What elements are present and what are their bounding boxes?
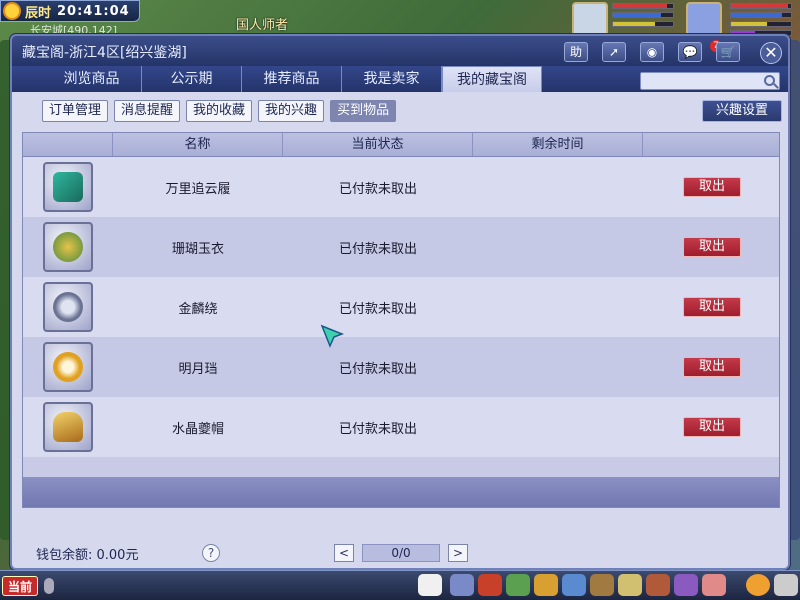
team-icon[interactable]	[506, 574, 530, 596]
next-page-button[interactable]: >	[448, 544, 468, 562]
my-favorites-button[interactable]: 我的收藏	[186, 100, 253, 122]
cart-icon[interactable]: 🛒	[716, 42, 740, 62]
item-status: 已付款未取出	[338, 301, 417, 317]
purchased-items-table: 名称 当前状态 剩余时间 万里追云履 已付款未取出 取出 珊瑚玉衣 已付款未取出…	[22, 132, 780, 508]
tab-my-pavilion[interactable]: 我的藏宝阁	[442, 66, 542, 92]
take-out-button[interactable]: 取出	[683, 357, 741, 377]
help-button[interactable]: 助	[564, 42, 588, 62]
page-indicator: 0/0	[362, 544, 440, 562]
take-out-button[interactable]: 取出	[683, 237, 741, 257]
tab-browse[interactable]: 浏览商品	[42, 66, 142, 92]
friends-icon[interactable]	[562, 574, 586, 596]
boots-icon[interactable]	[43, 162, 93, 212]
system-icon[interactable]	[774, 574, 798, 596]
table-row: 水晶夔帽 已付款未取出 取出	[23, 397, 779, 457]
order-management-button[interactable]: 订单管理	[42, 100, 109, 122]
message-alert-button[interactable]: 消息提醒	[114, 100, 181, 122]
emote-icon[interactable]	[746, 574, 770, 596]
table-header: 名称 当前状态 剩余时间	[23, 133, 779, 157]
item-name: 明月珰	[178, 361, 218, 377]
window-title: 藏宝阁-浙江4区[绍兴鉴湖]	[22, 45, 187, 61]
header-icon-column	[23, 133, 113, 156]
pet-status-bars	[612, 3, 674, 27]
tab-seller[interactable]: 我是卖家	[342, 66, 442, 92]
game-toolbar: 当前	[0, 570, 800, 600]
take-out-button[interactable]: 取出	[683, 417, 741, 437]
scroll-icon[interactable]	[590, 574, 614, 596]
record-icon[interactable]: ◉	[640, 42, 664, 62]
microphone-icon[interactable]	[44, 578, 54, 594]
item-status: 已付款未取出	[338, 241, 417, 257]
helmet-icon[interactable]	[43, 402, 93, 452]
peach-icon[interactable]	[702, 574, 726, 596]
search-input[interactable]	[640, 72, 780, 90]
my-interests-button[interactable]: 我的兴趣	[258, 100, 325, 122]
table-row: 万里追云履 已付款未取出 取出	[23, 157, 779, 217]
pagination: < 0/0 >	[334, 544, 468, 562]
header-status: 当前状态	[283, 133, 473, 156]
pet-face-icon[interactable]	[418, 574, 442, 596]
game-clock: 辰时 20:41:04	[0, 0, 140, 22]
item-name: 水晶夔帽	[171, 421, 224, 437]
item-status: 已付款未取出	[338, 421, 417, 437]
header-action	[643, 133, 779, 156]
table-row: 明月珰 已付款未取出 取出	[23, 337, 779, 397]
sub-navigation: 订单管理 消息提醒 我的收藏 我的兴趣 买到物品	[42, 100, 397, 122]
chest-icon[interactable]	[478, 574, 502, 596]
purchased-items-button[interactable]: 买到物品	[330, 100, 397, 122]
sun-icon	[5, 4, 19, 18]
pet-portrait[interactable]	[572, 2, 608, 38]
message-icon[interactable]: 💬	[678, 42, 702, 62]
prev-page-button[interactable]: <	[334, 544, 354, 562]
bag-icon[interactable]	[534, 574, 558, 596]
cursor-icon	[320, 324, 345, 348]
take-out-button[interactable]: 取出	[683, 297, 741, 317]
search-icon[interactable]	[764, 75, 775, 86]
skill-icon[interactable]	[674, 574, 698, 596]
chat-channel-button[interactable]: 当前	[2, 576, 38, 596]
item-name: 金麟绕	[178, 301, 218, 317]
take-out-button[interactable]: 取出	[683, 177, 741, 197]
player-status-bars	[730, 3, 792, 36]
tab-recommended[interactable]: 推荐商品	[242, 66, 342, 92]
main-tabs: 浏览商品 公示期 推荐商品 我是卖家 我的藏宝阁	[42, 66, 542, 92]
game-period: 辰时	[25, 5, 52, 21]
interest-settings-button[interactable]: 兴趣设置	[702, 100, 782, 122]
armor-icon[interactable]	[43, 222, 93, 272]
footer-help-button[interactable]: ?	[202, 544, 220, 562]
table-row: 珊瑚玉衣 已付款未取出 取出	[23, 217, 779, 277]
title-bar: 藏宝阁-浙江4区[绍兴鉴湖] 助 ➚ ◉ 💬 7 🛒 ✕	[12, 36, 788, 66]
table-footer-bar	[23, 477, 779, 507]
close-button[interactable]: ✕	[760, 42, 782, 64]
treasure-pavilion-window: 藏宝阁-浙江4区[绍兴鉴湖] 助 ➚ ◉ 💬 7 🛒 ✕ 浏览商品 公示期 推荐…	[10, 34, 790, 570]
game-time: 20:41:04	[57, 3, 130, 19]
earring-icon[interactable]	[43, 342, 93, 392]
book-icon[interactable]	[618, 574, 642, 596]
item-name: 珊瑚玉衣	[171, 241, 224, 257]
table-row: 金麟绕 已付款未取出 取出	[23, 277, 779, 337]
header-remaining: 剩余时间	[473, 133, 643, 156]
item-status: 已付款未取出	[338, 361, 417, 377]
ring-icon[interactable]	[43, 282, 93, 332]
npc-name: 国人师者	[236, 18, 289, 33]
tab-public-notice[interactable]: 公示期	[142, 66, 242, 92]
guild-icon[interactable]	[646, 574, 670, 596]
share-icon[interactable]: ➚	[602, 42, 626, 62]
header-name: 名称	[113, 133, 283, 156]
item-name: 万里追云履	[165, 181, 231, 197]
player-portrait[interactable]	[686, 2, 722, 38]
wallet-balance: 钱包余额: 0.00元	[36, 548, 139, 563]
sword-icon[interactable]	[450, 574, 474, 596]
item-status: 已付款未取出	[338, 181, 417, 197]
